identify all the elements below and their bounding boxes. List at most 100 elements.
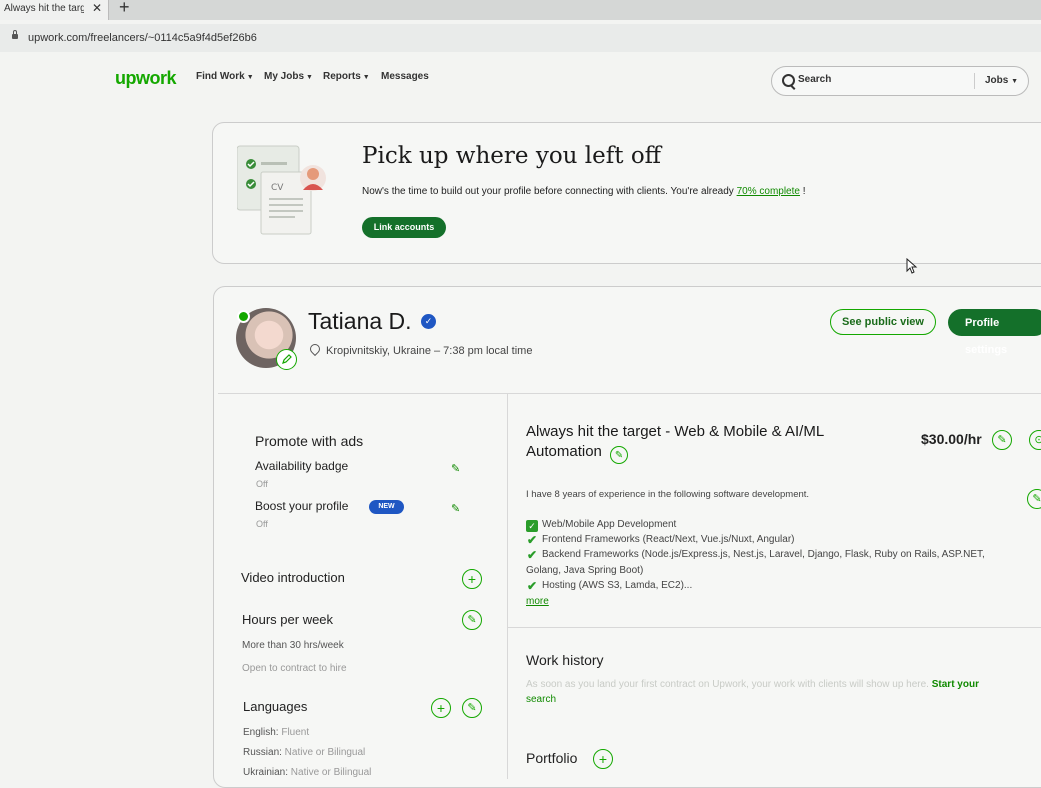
verified-badge-icon: ✓ (421, 314, 436, 329)
skill-text: Backend Frameworks (Node.js/Express.js, … (542, 549, 985, 560)
language-item: Ukrainian: Native or Bilingual (243, 767, 371, 778)
checkmark-icon: ✔ (526, 579, 538, 593)
profile-completion-link[interactable]: 70% complete (737, 186, 800, 197)
browser-tab[interactable]: Always hit the target ✕ (0, 0, 109, 20)
pencil-icon (282, 354, 292, 364)
column-divider (507, 394, 508, 779)
start-search-link[interactable]: Start your (932, 679, 979, 690)
profile-title: Always hit the target - Web & Mobile & A… (526, 422, 886, 464)
plus-icon: + (436, 700, 446, 716)
profile-settings-button[interactable]: Profile settings (948, 309, 1041, 356)
work-history-empty-text: As soon as you land your first contract … (526, 677, 1026, 707)
work-history-message: As soon as you land your first contract … (526, 679, 929, 690)
language-item: English: Fluent (243, 727, 309, 738)
availability-badge-status: Off (256, 479, 268, 489)
plus-icon: + (598, 751, 608, 767)
skill-text: Hosting (AWS S3, Lamda, EC2)... (542, 580, 693, 591)
video-introduction-title: Video introduction (241, 570, 345, 585)
promote-with-ads-title: Promote with ads (255, 433, 364, 449)
availability-badge-label: Availability badge (255, 459, 349, 473)
section-divider (508, 627, 1041, 628)
edit-hours-button[interactable]: ✎ (462, 610, 482, 630)
profile-name: Tatiana D. (308, 308, 412, 334)
pencil-icon: ✎ (997, 434, 1007, 446)
nav-label: My Jobs (264, 71, 305, 82)
language-item: Russian: Native or Bilingual (243, 747, 365, 758)
skill-item: ✔ Backend Frameworks (Node.js/Express.js,… (526, 549, 985, 561)
search-input[interactable]: Search Jobs ▼ (771, 66, 1029, 96)
contract-to-hire-note: Open to contract to hire (242, 663, 347, 674)
section-divider (218, 393, 1041, 394)
hours-value: More than 30 hrs/week (242, 640, 344, 651)
skill-item: ✓ Web/Mobile App Development (526, 519, 676, 532)
mouse-cursor-icon (906, 258, 918, 274)
nav-reports[interactable]: Reports ▼ (323, 71, 370, 82)
add-portfolio-button[interactable]: + (593, 749, 613, 769)
portfolio-title: Portfolio (526, 750, 578, 766)
search-icon (782, 74, 795, 87)
new-tab-button[interactable]: + (119, 0, 130, 18)
close-icon[interactable]: ✕ (92, 1, 102, 15)
address-bar[interactable]: upwork.com/freelancers/~0114c5a9f4d5ef26… (0, 24, 1041, 52)
see-public-view-button[interactable]: See public view (830, 309, 936, 335)
show-more-link[interactable]: more (526, 596, 549, 607)
edit-languages-button[interactable]: ✎ (462, 698, 482, 718)
language-name: English: (243, 727, 279, 738)
languages-title: Languages (243, 699, 308, 714)
add-video-button[interactable]: + (462, 569, 482, 589)
edit-overview-button[interactable]: ✎ (1027, 489, 1041, 509)
overflow-icon: ⊙ (1034, 434, 1041, 446)
profile-checklist-illustration: CV (237, 145, 326, 235)
banner-title: Pick up where you left off (362, 143, 662, 169)
add-language-button[interactable]: + (431, 698, 451, 718)
tab-title: Always hit the target (4, 3, 84, 14)
lock-icon (12, 30, 18, 39)
edit-title-button[interactable]: ✎ (610, 446, 629, 464)
skill-item-continued: Golang, Java Spring Boot) (526, 565, 644, 576)
nav-my-jobs[interactable]: My Jobs ▼ (264, 71, 313, 82)
banner-text-start: Now's the time to build out your profile… (362, 186, 737, 197)
browser-tab-bar: Always hit the target ✕ + (0, 0, 1041, 20)
skill-item: ✔ Frontend Frameworks (React/Next, Vue.js… (526, 534, 795, 546)
language-name: Russian: (243, 747, 282, 758)
nav-find-work[interactable]: Find Work ▼ (196, 71, 254, 82)
hourly-rate: $30.00/hr (921, 431, 982, 447)
checkmark-icon: ✔ (526, 533, 538, 547)
hours-per-week-title: Hours per week (242, 612, 334, 627)
chevron-down-icon: ▼ (362, 74, 370, 81)
edit-rate-button[interactable]: ✎ (992, 430, 1012, 450)
pencil-icon: ✎ (467, 614, 477, 626)
cv-label: CV (271, 183, 284, 193)
link-accounts-button[interactable]: Link accounts (362, 217, 446, 238)
pencil-icon: ✎ (1032, 493, 1041, 505)
nav-messages[interactable]: Messages (381, 71, 429, 82)
pencil-icon: ✎ (467, 702, 477, 714)
profile-title-text: Always hit the target - Web & Mobile & A… (526, 423, 824, 460)
chevron-down-icon: ▼ (1011, 78, 1019, 85)
new-badge: NEW (369, 500, 404, 514)
skill-text: Frontend Frameworks (React/Next, Vue.js/… (542, 534, 795, 545)
profile-overview: I have 8 years of experience in the foll… (526, 489, 810, 500)
language-name: Ukrainian: (243, 767, 289, 778)
edit-boost-pencil-icon[interactable]: ✎ (451, 502, 460, 515)
nav-label: Reports (323, 71, 361, 82)
skill-item: ✔ Hosting (AWS S3, Lamda, EC2)... (526, 580, 692, 592)
boost-profile-label: Boost your profile (255, 499, 349, 513)
url-text[interactable]: upwork.com/freelancers/~0114c5a9f4d5ef26… (28, 32, 257, 44)
work-history-title: Work history (526, 652, 604, 668)
search-scope-label: Jobs (985, 75, 1009, 86)
banner-text-end: ! (799, 186, 806, 197)
checkbox-checked-icon: ✓ (526, 520, 538, 532)
chevron-down-icon: ▼ (306, 74, 313, 81)
search-divider (974, 73, 975, 89)
boost-profile-status: Off (256, 519, 268, 529)
upwork-logo[interactable]: upwork (115, 68, 177, 89)
search-scope-dropdown[interactable]: Jobs ▼ (985, 75, 1018, 86)
start-search-link-continued[interactable]: search (526, 694, 556, 705)
online-status-indicator (237, 310, 250, 323)
checkmark-icon: ✔ (526, 548, 538, 562)
edit-availability-pencil-icon[interactable]: ✎ (451, 462, 460, 475)
language-level: Native or Bilingual (281, 747, 366, 758)
plus-icon: + (467, 571, 477, 587)
edit-avatar-button[interactable] (276, 349, 297, 370)
